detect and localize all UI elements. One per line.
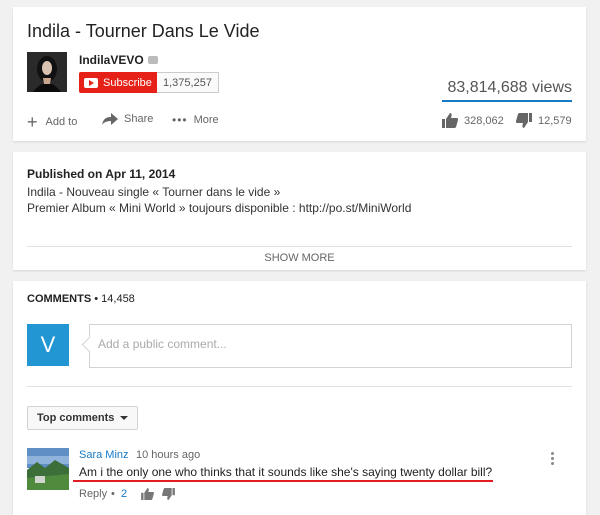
dot	[551, 457, 554, 460]
dot	[551, 462, 554, 465]
comment-timestamp[interactable]: 10 hours ago	[136, 449, 200, 461]
like-count: 328,062	[464, 114, 504, 127]
comment-like-button[interactable]	[141, 487, 154, 505]
channel-name-text[interactable]: IndilaVEVO	[79, 53, 144, 67]
more-label: More	[193, 114, 219, 126]
publish-date: Published on Apr 11, 2014	[27, 167, 176, 181]
share-label: Share	[124, 113, 154, 125]
comments-label: COMMENTS	[27, 293, 92, 305]
thumbs-down-icon	[162, 488, 175, 500]
subscribe-label: Subscribe	[103, 76, 152, 89]
plus-icon: +	[27, 112, 38, 132]
comment-input[interactable]: Add a public comment...	[89, 324, 572, 368]
add-to-label: Add to	[45, 116, 78, 128]
commenter-avatar[interactable]	[27, 448, 69, 490]
thumbs-up-icon	[141, 488, 154, 500]
annotation-underline	[73, 480, 493, 482]
show-more-button[interactable]: SHOW MORE	[13, 252, 586, 264]
comment-text: Am i the only one who thinks that it sou…	[79, 465, 493, 479]
channel-avatar[interactable]	[27, 52, 67, 92]
description-card: Published on Apr 11, 2014 Indila - Nouve…	[13, 152, 586, 270]
comments-separator: •	[94, 293, 99, 305]
comment-menu-icon[interactable]	[551, 452, 555, 465]
thumbs-down-icon	[516, 113, 532, 128]
comment-dislike-button[interactable]	[162, 487, 175, 505]
channel-avatar-image	[27, 52, 67, 92]
share-icon	[102, 113, 118, 125]
thumbs-up-icon	[442, 113, 458, 128]
comments-count: 14,458	[101, 293, 135, 305]
comments-header: COMMENTS • 14,458	[27, 293, 135, 305]
more-dots-icon: •••	[172, 113, 188, 127]
description-line: Premier Album « Mini World » toujours di…	[27, 201, 412, 215]
dislike-count: 12,579	[538, 114, 572, 127]
like-ratio-bar	[442, 100, 572, 102]
comment-separator: •	[111, 488, 115, 500]
verified-icon	[147, 55, 158, 64]
dislike-button[interactable]: 12,579	[516, 113, 572, 128]
description-line: Indila - Nouveau single « Tourner dans l…	[27, 185, 281, 199]
reply-button[interactable]: Reply	[79, 488, 107, 500]
add-to-button[interactable]: + Add to	[27, 113, 77, 131]
like-button[interactable]: 328,062	[442, 113, 504, 128]
sort-label: Top comments	[37, 412, 115, 424]
comments-card: COMMENTS • 14,458 V Add a public comment…	[13, 281, 586, 515]
sort-comments-dropdown[interactable]: Top comments	[27, 406, 139, 430]
chevron-down-icon	[120, 416, 129, 420]
comment-author[interactable]: Sara Minz	[79, 449, 129, 461]
landscape-avatar-image	[27, 448, 69, 490]
current-user-avatar: V	[27, 324, 69, 366]
comment-like-count: 2	[121, 488, 128, 500]
subscriber-count: 1,375,257	[157, 72, 219, 93]
divider	[27, 246, 572, 247]
dot	[551, 452, 554, 455]
subscribe-button[interactable]: Subscribe	[79, 72, 157, 93]
more-button[interactable]: ••• More	[172, 113, 219, 127]
video-title: Indila - Tourner Dans Le Vide	[27, 21, 260, 41]
divider	[27, 386, 572, 387]
share-button[interactable]: Share	[102, 113, 153, 125]
youtube-play-icon	[84, 77, 98, 88]
view-count: 83,814,688 views	[447, 79, 572, 96]
channel-name[interactable]: IndilaVEVO	[79, 53, 158, 67]
video-info-card: Indila - Tourner Dans Le Vide IndilaVEVO…	[13, 7, 586, 141]
